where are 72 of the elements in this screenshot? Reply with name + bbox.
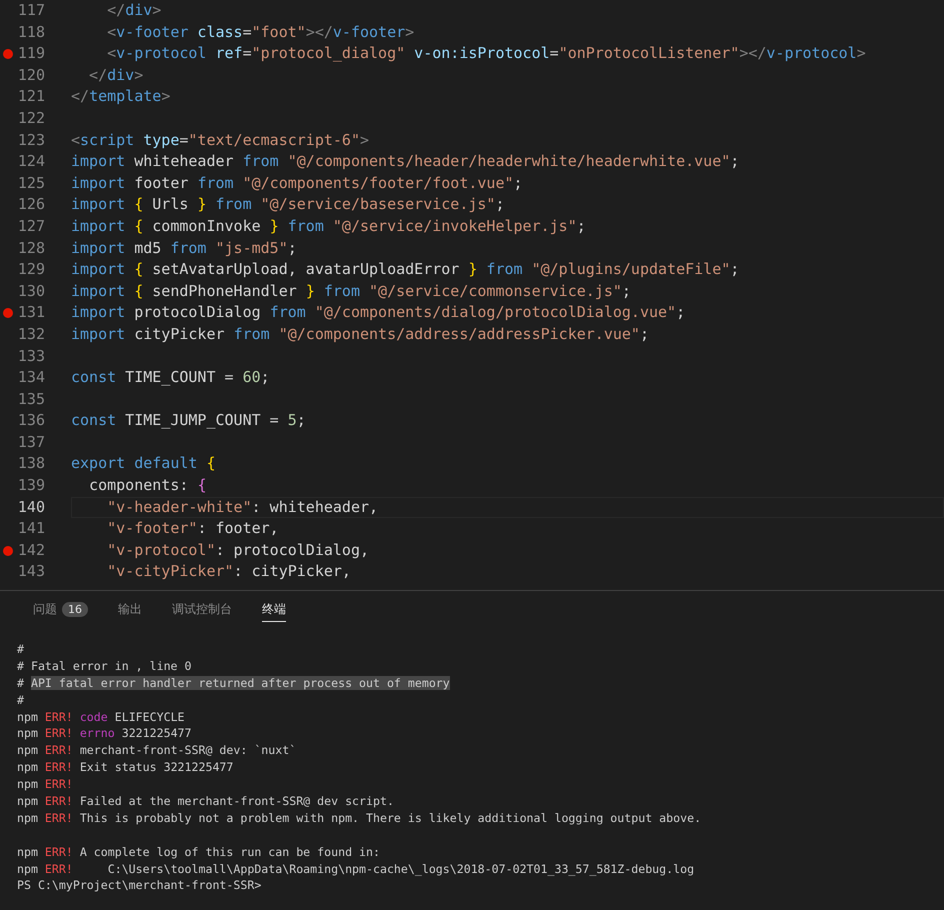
line-number: 137	[18, 432, 45, 453]
code-line: "v-cityPicker": cityPicker,	[106, 562, 351, 580]
line-number: 139	[18, 475, 45, 496]
code-line: import md5 from "js-md5";	[71, 238, 297, 257]
problem-count: 16	[62, 602, 88, 616]
line-number: 129	[18, 259, 45, 280]
panel-tab[interactable]: 问题 16	[33, 597, 88, 622]
line-number: 130	[18, 280, 45, 302]
line-number: 132	[18, 324, 45, 345]
terminal-line: npm ERR! This is probably not a problem with npm. There is likely additional logging output above.	[17, 810, 702, 825]
code-line: <v-protocol ref="protocol_dialog" v-on:isProtocol="onProtocolListener"></v-protocol>	[106, 44, 866, 62]
line-number: 125	[18, 172, 45, 194]
line-number: 121	[18, 86, 45, 108]
terminal-line: npm ERR! A complete log of this run can be found in:	[17, 844, 380, 859]
code-line: import { sendPhoneHandler } from "@/service/commonservice.js";	[71, 282, 631, 300]
line-number: 123	[18, 130, 45, 151]
code-line: components: {	[88, 476, 206, 494]
line-number: 136	[18, 410, 45, 432]
terminal-line: # API fatal error handler returned after process out of memory	[17, 676, 450, 690]
code-line: "v-footer": footer,	[106, 519, 279, 538]
line-number: 142	[18, 540, 45, 561]
line-number: 135	[18, 388, 45, 410]
terminal-line: #	[17, 692, 24, 707]
panel-tab[interactable]: 调试控制台	[172, 597, 232, 622]
line-number: 118	[18, 22, 45, 43]
code-line: "v-protocol": protocolDialog,	[106, 540, 370, 559]
line-number: 143	[18, 561, 45, 582]
line-number: 138	[18, 453, 45, 474]
code-line: import footer from "@/components/footer/foot.vue";	[71, 174, 523, 192]
terminal-line: #	[17, 642, 24, 656]
line-number: 141	[18, 518, 45, 540]
code-line: </div>	[88, 66, 144, 84]
line-number: 131	[18, 302, 45, 324]
code-line: "v-header-white": whiteheader,	[106, 498, 378, 516]
terminal-line: PS C:\myProject\merchant-front-SSR>	[17, 878, 262, 892]
line-number: 119	[18, 43, 45, 64]
line-number: 122	[18, 108, 45, 129]
panel-tab[interactable]: 输出	[118, 597, 142, 622]
code-line: </template>	[71, 87, 170, 106]
breakpoint-icon[interactable]	[3, 546, 13, 556]
code-line: import { setAvatarUpload, avatarUploadError } from "@/plugins/updateFile";	[71, 260, 740, 278]
line-number: 133	[18, 346, 45, 366]
code-line: import protocolDialog from "@/components/dialog/protocolDialog.vue";	[71, 303, 686, 322]
panel-tab[interactable]: 终端	[262, 597, 286, 622]
code-line: import { Urls } from "@/service/baseservice.js";	[71, 195, 504, 214]
terminal-line: npm ERR! Failed at the merchant-front-SSR@ dev script.	[17, 794, 394, 808]
terminal-line: npm ERR! Exit status 3221225477	[17, 760, 234, 774]
code-line: const TIME_JUMP_COUNT = 5;	[71, 411, 306, 430]
code-line: <script type="text/ecmascript-6">	[71, 130, 370, 149]
terminal-line: npm ERR! code ELIFECYCLE	[17, 710, 185, 724]
breakpoint-icon[interactable]	[3, 308, 13, 318]
code-line: import cityPicker from "@/components/address/addressPicker.vue";	[71, 324, 649, 343]
terminal-line: npm ERR!	[17, 777, 73, 792]
code-line: const TIME_COUNT = 60;	[71, 368, 270, 386]
line-number: 117	[18, 0, 45, 21]
code-line: export default {	[71, 454, 216, 472]
code-line: <v-footer class="foot"></v-footer>	[106, 22, 414, 41]
line-number: 134	[18, 367, 45, 388]
terminal-line: npm ERR! errno 3221225477	[17, 726, 192, 740]
code-line: </div>	[106, 1, 162, 19]
line-number: 120	[18, 64, 45, 86]
line-number: 140	[18, 496, 45, 518]
terminal-line: npm ERR! merchant-front-SSR@ dev: `nuxt`	[17, 743, 296, 758]
line-number: 126	[18, 194, 45, 216]
code-line: import whiteheader from "@/components/header/headerwhite/headerwhite.vue";	[71, 152, 740, 170]
breakpoint-icon[interactable]	[3, 49, 13, 60]
code-line: import { commonInvoke } from "@/service/invokeHelper.js";	[71, 216, 586, 235]
line-number: 127	[18, 216, 45, 237]
line-number: 124	[18, 151, 45, 172]
terminal-line: npm ERR! C:\Users\toolmall\AppData\Roaming\npm-cache\_logs\2018-07-02T01_33_57_581Z-debug.log	[17, 862, 694, 876]
terminal-line: # Fatal error in , line 0	[17, 658, 192, 673]
line-number: 128	[18, 238, 45, 259]
